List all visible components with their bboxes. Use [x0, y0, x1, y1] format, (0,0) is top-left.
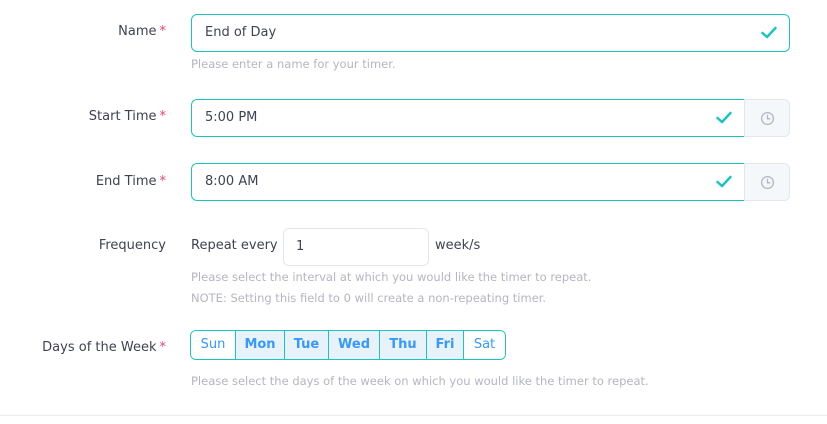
name-input[interactable]: End of Day: [191, 14, 790, 52]
check-icon: [716, 111, 732, 124]
check-icon: [716, 175, 732, 188]
required-asterisk: *: [159, 109, 167, 124]
required-asterisk: *: [159, 174, 167, 189]
end-time-input[interactable]: 8:00 AM: [191, 163, 745, 201]
day-toggle-tue[interactable]: Tue: [285, 331, 329, 359]
frequency-input-value: 1: [296, 239, 305, 254]
section-divider: [0, 415, 827, 416]
frequency-input[interactable]: 1: [283, 228, 429, 266]
day-toggle-sat[interactable]: Sat: [464, 331, 505, 359]
repeat-every-text: Repeat every: [191, 238, 278, 253]
start-time-value: 5:00 PM: [205, 110, 258, 125]
end-time-label: End Time *: [95, 174, 167, 189]
start-time-picker-button[interactable]: [744, 99, 790, 137]
clock-icon: [760, 111, 775, 126]
required-asterisk: *: [159, 340, 167, 355]
days-help-text: Please select the days of the week on wh…: [191, 374, 649, 388]
start-time-label: Start Time *: [88, 109, 167, 124]
name-input-value: End of Day: [205, 25, 277, 40]
frequency-unit-text: week/s: [435, 238, 481, 253]
required-asterisk: *: [159, 24, 167, 39]
start-time-input[interactable]: 5:00 PM: [191, 99, 745, 137]
day-toggle-wed[interactable]: Wed: [329, 331, 380, 359]
day-toggle-mon[interactable]: Mon: [236, 331, 285, 359]
day-toggle-sun[interactable]: Sun: [191, 331, 236, 359]
frequency-help-text: Please select the interval at which you …: [191, 270, 592, 284]
frequency-label: Frequency: [98, 238, 166, 253]
name-help-text: Please enter a name for your timer.: [191, 57, 396, 71]
end-time-value: 8:00 AM: [205, 174, 259, 189]
end-time-picker-button[interactable]: [744, 163, 790, 201]
frequency-note-text: NOTE: Setting this field to 0 will creat…: [191, 291, 547, 305]
clock-icon: [760, 175, 775, 190]
day-toggle-fri[interactable]: Fri: [427, 331, 464, 359]
days-of-week-selector: Sun Mon Tue Wed Thu Fri Sat: [190, 330, 506, 360]
days-of-week-label: Days of the Week *: [42, 340, 166, 355]
check-icon: [761, 26, 777, 39]
day-toggle-thu[interactable]: Thu: [380, 331, 427, 359]
name-label: Name *: [118, 24, 166, 39]
